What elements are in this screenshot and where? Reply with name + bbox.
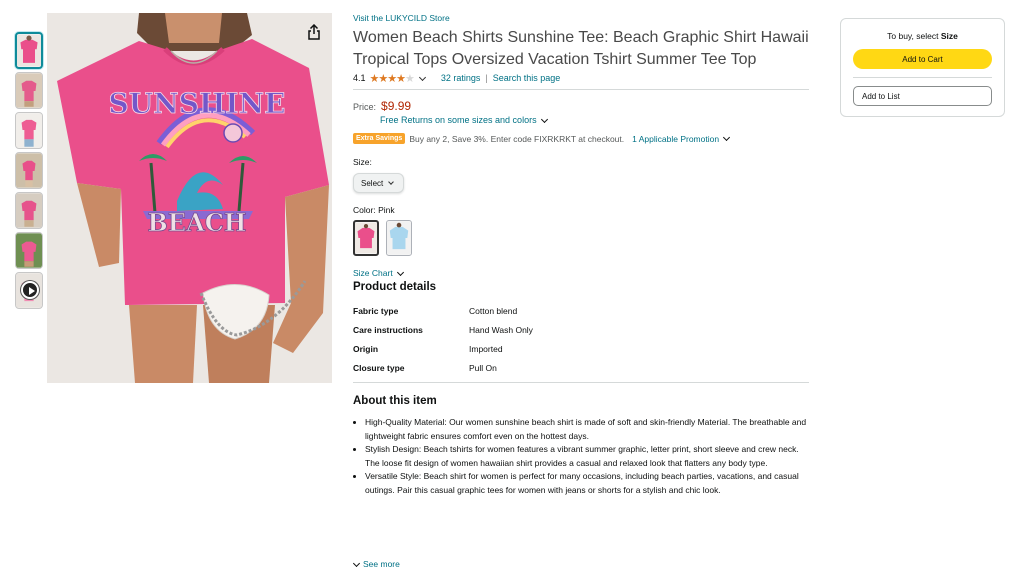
- rating-value: 4.1: [353, 73, 366, 83]
- separator: |: [485, 73, 488, 83]
- free-returns[interactable]: Free Returns on some sizes and colors: [380, 115, 809, 125]
- chevron-down-icon[interactable]: [418, 73, 426, 81]
- promotion-row: Extra Savings Buy any 2, Save 3%. Enter …: [353, 133, 809, 144]
- about-bullets: High-Quality Material: Our women sunshin…: [353, 416, 809, 522]
- thumbnail-4[interactable]: [15, 152, 43, 189]
- size-label: Size:: [353, 157, 372, 167]
- detail-value: Pull On: [469, 362, 497, 373]
- star-icon: ★: [378, 72, 388, 85]
- thumbnail-video[interactable]: [15, 272, 43, 309]
- about-title: About this item: [353, 395, 437, 407]
- star-rating[interactable]: ★ ★ ★ ★ ★: [369, 72, 415, 85]
- star-icon: ★: [405, 72, 415, 85]
- promotion-text: Buy any 2, Save 3%. Enter code FIXRKRKT …: [409, 133, 625, 144]
- detail-value: Hand Wash Only: [469, 324, 533, 335]
- chevron-down-icon: [723, 133, 731, 142]
- divider: [353, 89, 809, 90]
- color-swatch-pink[interactable]: [353, 220, 379, 256]
- thumbnail-2[interactable]: [15, 72, 43, 109]
- color-label-prefix: Color:: [353, 205, 376, 215]
- share-icon[interactable]: [306, 24, 322, 40]
- buy-box: To buy, select Size Add to Cart Add to L…: [840, 18, 1005, 117]
- thumbnail-6[interactable]: [15, 232, 43, 269]
- search-page-link[interactable]: Search this page: [493, 73, 561, 83]
- product-details-table: Fabric type Cotton blend Care instructio…: [353, 301, 809, 377]
- thumbnail-5[interactable]: [15, 192, 43, 229]
- buy-box-label-size: Size: [940, 31, 958, 41]
- chevron-down-icon: [540, 115, 548, 123]
- divider: [353, 382, 809, 383]
- size-chart-link[interactable]: Size Chart: [353, 268, 393, 278]
- extra-savings-badge: Extra Savings: [353, 133, 406, 144]
- chevron-down-icon: [352, 559, 361, 567]
- thumbnail-3[interactable]: [15, 112, 43, 149]
- add-to-cart-button[interactable]: Add to Cart: [853, 49, 992, 69]
- price-label: Price:: [353, 102, 377, 112]
- applicable-promotion[interactable]: 1 Applicable Promotion: [632, 134, 735, 144]
- table-row: Origin Imported: [353, 339, 809, 358]
- size-chart[interactable]: Size Chart: [353, 268, 809, 278]
- color-value: Pink: [378, 205, 395, 215]
- shirt-print-line2: BEACH: [148, 208, 247, 237]
- list-item: High-Quality Material: Our women sunshin…: [365, 416, 809, 443]
- list-item: Versatile Style: Beach shirt for women i…: [365, 470, 809, 497]
- rating-row: 4.1 ★ ★ ★ ★ ★ 32 ratings | Search this p…: [353, 72, 809, 85]
- list-item: Stylish Design: Beach tshirts for women …: [365, 443, 809, 470]
- price-row: Price: $9.99: [353, 99, 809, 113]
- color-label: Color: Pink: [353, 205, 809, 215]
- star-icon: ★: [387, 72, 397, 85]
- detail-key: Closure type: [353, 362, 405, 373]
- buy-box-label-prefix: To buy, select: [887, 31, 939, 41]
- product-details-title: Product details: [353, 281, 437, 293]
- star-icon: ★: [369, 72, 380, 85]
- table-row: Fabric type Cotton blend: [353, 301, 809, 320]
- play-icon: [21, 281, 39, 299]
- shirt-print-line1: SUNSHINE: [109, 87, 286, 120]
- star-icon: ★: [396, 72, 406, 85]
- chevron-down-icon: [396, 268, 404, 276]
- table-row: Care instructions Hand Wash Only: [353, 320, 809, 339]
- detail-key: Origin: [353, 343, 379, 354]
- add-to-list-button[interactable]: Add to List: [853, 86, 992, 106]
- see-more-link[interactable]: See more: [363, 559, 400, 569]
- price: $9.99: [381, 99, 412, 113]
- detail-key: Care instructions: [353, 324, 423, 335]
- ratings-count-link[interactable]: 32 ratings: [441, 73, 481, 83]
- product-info: Visit the LUKYCILD Store Women Beach Shi…: [353, 13, 809, 522]
- color-swatch-light-blue[interactable]: [386, 220, 412, 256]
- buy-box-label: To buy, select Size: [841, 31, 1004, 41]
- divider: [853, 77, 992, 78]
- detail-value: Cotton blend: [469, 305, 518, 316]
- thumbnail-1[interactable]: [15, 32, 43, 69]
- size-select-value: Select: [361, 178, 384, 188]
- thumbnail-list: [15, 32, 45, 312]
- free-returns-link[interactable]: Free Returns on some sizes and colors: [380, 115, 537, 125]
- main-product-image[interactable]: SUNSHINE BEACH: [47, 13, 332, 383]
- store-link[interactable]: Visit the LUKYCILD Store: [353, 13, 809, 23]
- detail-value: Imported: [469, 343, 503, 354]
- detail-key: Fabric type: [353, 305, 399, 316]
- see-more[interactable]: See more: [352, 559, 400, 569]
- applicable-promotion-link[interactable]: 1 Applicable Promotion: [632, 134, 719, 144]
- chevron-down-icon: [388, 179, 395, 185]
- size-select[interactable]: Select: [353, 173, 404, 193]
- table-row: Closure type Pull On: [353, 358, 809, 377]
- color-swatches: [353, 220, 809, 256]
- product-title: Women Beach Shirts Sunshine Tee: Beach G…: [353, 29, 809, 68]
